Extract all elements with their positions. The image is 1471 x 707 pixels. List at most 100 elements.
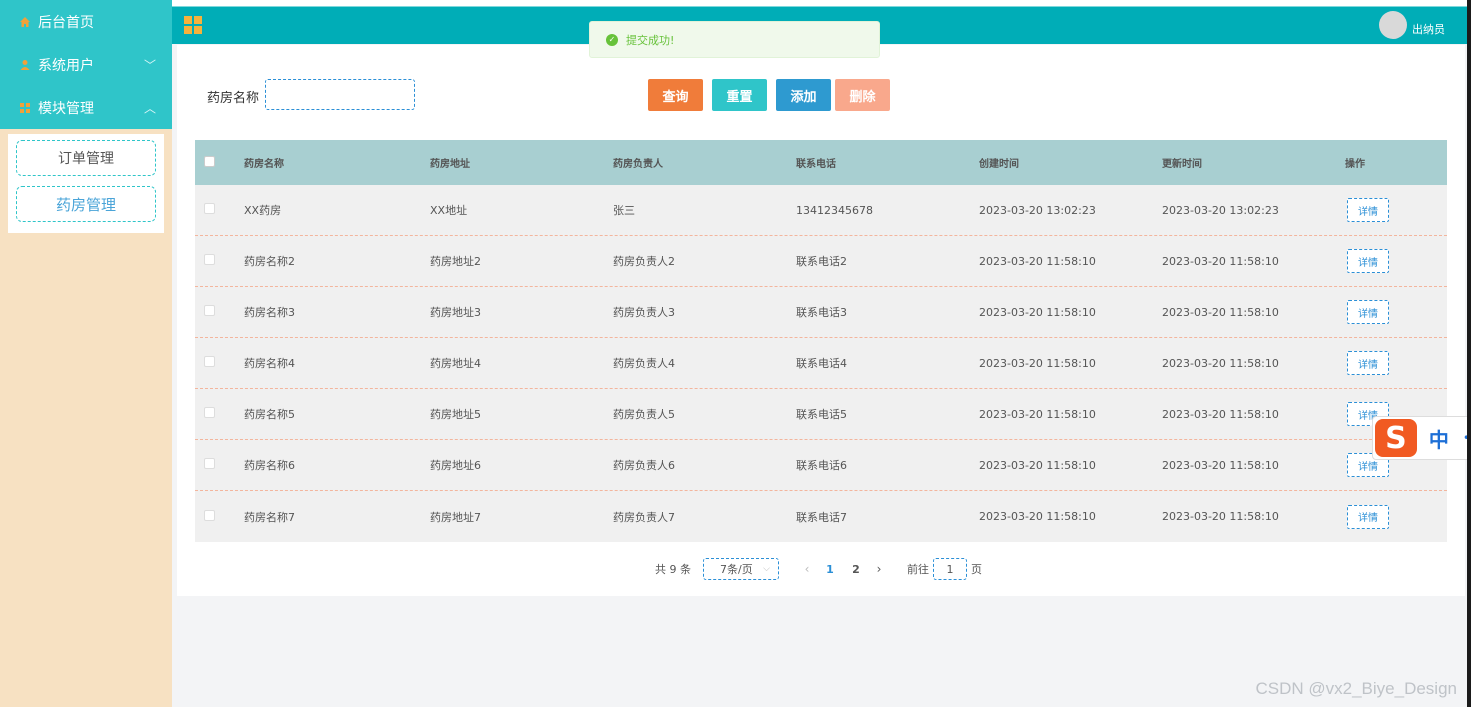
row-checkbox[interactable] (204, 509, 215, 521)
cell-address: XX地址 (430, 204, 468, 217)
cell-updated: 2023-03-20 11:58:10 (1162, 458, 1279, 472)
reset-button[interactable]: 重置 (712, 79, 767, 111)
cell-updated: 2023-03-20 11:58:10 (1162, 254, 1279, 268)
page-number[interactable]: 2 (843, 563, 869, 576)
row-checkbox[interactable] (204, 254, 215, 265)
column-header: 创建时间 (979, 159, 1019, 170)
ime-toolbar[interactable]: S 中 • (1372, 416, 1471, 460)
cell-name: 药房名称2 (244, 255, 295, 268)
submenu-item-orders[interactable]: 订单管理 (16, 140, 156, 176)
cell-name: 药房名称4 (244, 357, 295, 370)
delete-button[interactable]: 删除 (835, 79, 890, 111)
cell-name: 药房名称3 (244, 306, 295, 319)
goto-page-input[interactable]: 1 (933, 558, 967, 580)
cell-updated: 2023-03-20 11:58:10 (1162, 305, 1279, 319)
cell-created: 2023-03-20 13:02:23 (979, 203, 1096, 217)
goto-label: 前往 (907, 563, 929, 576)
total-count: 共 9 条 (655, 563, 691, 576)
cell-address: 药房地址2 (430, 255, 481, 268)
cell-created: 2023-03-20 11:58:10 (979, 510, 1096, 523)
cell-updated: 2023-03-20 11:58:10 (1162, 510, 1279, 523)
window-edge (1467, 0, 1471, 707)
cell-created: 2023-03-20 11:58:10 (979, 254, 1096, 268)
select-all-checkbox[interactable] (204, 155, 215, 167)
table-row: 药房名称7 药房地址7 药房负责人7 联系电话7 2023-03-20 11:58:10… (195, 491, 1447, 542)
cell-address: 药房地址3 (430, 306, 481, 319)
search-label: 药房名称 (207, 91, 260, 106)
table-row: 药房名称3 药房地址3 药房负责人3 联系电话3 2023-03-20 11:58:10… (195, 287, 1447, 338)
row-checkbox[interactable] (204, 203, 215, 214)
table-header: 药房名称 药房地址 药房负责人 联系电话 创建时间 更新时间 操作 (195, 140, 1447, 185)
cell-name: 药房名称7 (244, 510, 295, 524)
toast-message: 提交成功! (626, 33, 675, 47)
detail-button[interactable]: 详情 (1347, 504, 1389, 529)
table-row: 药房名称5 药房地址5 药房负责人5 联系电话5 2023-03-20 11:58:10… (195, 389, 1447, 440)
cell-created: 2023-03-20 11:58:10 (979, 407, 1096, 421)
cell-phone: 联系电话4 (796, 357, 847, 370)
page-number[interactable]: 1 (817, 563, 843, 576)
next-page-icon[interactable]: › (869, 562, 889, 576)
page-size-select[interactable]: 7条/页 ⌵ (703, 558, 779, 580)
ime-mode-label[interactable]: 中 (1429, 424, 1449, 453)
submenu: 订单管理 药房管理 (0, 129, 172, 233)
cell-owner: 药房负责人4 (613, 357, 675, 370)
table-row: 药房名称4 药房地址4 药房负责人4 联系电话4 2023-03-20 11:58:10… (195, 338, 1447, 389)
cell-updated: 2023-03-20 11:58:10 (1162, 407, 1279, 421)
cell-updated: 2023-03-20 13:02:23 (1162, 203, 1279, 217)
detail-button[interactable]: 详情 (1347, 249, 1389, 273)
row-checkbox[interactable] (204, 458, 215, 469)
ime-logo-icon: S (1375, 419, 1417, 457)
cell-name: 药房名称6 (244, 459, 295, 472)
user-name[interactable]: 出纳员 (1412, 21, 1445, 37)
home-icon (18, 15, 32, 29)
add-button[interactable]: 添加 (776, 79, 831, 111)
chevron-down-icon: ﹀ (143, 58, 156, 72)
search-input[interactable] (265, 79, 415, 110)
cell-address: 药房地址4 (430, 357, 481, 370)
cell-owner: 药房负责人2 (613, 255, 675, 268)
cell-owner: 药房负责人3 (613, 306, 675, 319)
cell-phone: 联系电话5 (796, 408, 847, 421)
cell-address: 药房地址5 (430, 408, 481, 421)
cell-address: 药房地址7 (430, 510, 481, 524)
cell-phone: 联系电话3 (796, 306, 847, 319)
pharmacy-table: 药房名称 药房地址 药房负责人 联系电话 创建时间 更新时间 操作 XX药房 XX… (195, 140, 1447, 542)
sidebar-item-system-users[interactable]: 系统用户 ﹀ (0, 43, 172, 86)
sidebar-item-module-management[interactable]: 模块管理 ︿ (0, 86, 172, 129)
cell-name: 药房名称5 (244, 408, 295, 421)
cell-owner: 药房负责人7 (613, 510, 675, 524)
detail-button[interactable]: 详情 (1347, 351, 1389, 375)
success-toast: ✓ 提交成功! (589, 21, 880, 58)
submenu-item-pharmacy[interactable]: 药房管理 (16, 186, 156, 222)
watermark: CSDN @vx2_Biye_Design (1255, 679, 1457, 698)
cell-phone: 联系电话7 (796, 510, 847, 524)
page-size-value: 7条/页 (720, 563, 753, 576)
cell-owner: 药房负责人6 (613, 459, 675, 472)
cell-updated: 2023-03-20 11:58:10 (1162, 356, 1279, 370)
detail-button[interactable]: 详情 (1347, 300, 1389, 324)
avatar[interactable] (1379, 11, 1407, 39)
cell-created: 2023-03-20 11:58:10 (979, 305, 1096, 319)
row-checkbox[interactable] (204, 356, 215, 367)
column-header: 联系电话 (796, 159, 836, 170)
sidebar-item-home[interactable]: 后台首页 (0, 0, 172, 43)
cell-owner: 张三 (613, 204, 635, 217)
detail-button[interactable]: 详情 (1347, 198, 1389, 222)
cell-created: 2023-03-20 11:58:10 (979, 458, 1096, 472)
row-checkbox[interactable] (204, 305, 215, 316)
query-button[interactable]: 查询 (648, 79, 703, 111)
cell-phone: 联系电话2 (796, 255, 847, 268)
row-checkbox[interactable] (204, 407, 215, 418)
column-header: 药房地址 (430, 159, 470, 170)
chevron-up-icon: ︿ (143, 101, 156, 115)
pagination: 共 9 条 7条/页 ⌵ ‹ 1 2 › 前往 1 页 (655, 558, 982, 580)
column-header: 药房负责人 (613, 159, 663, 170)
prev-page-icon[interactable]: ‹ (797, 562, 817, 576)
cell-owner: 药房负责人5 (613, 408, 675, 421)
check-circle-icon: ✓ (606, 33, 618, 46)
table-body: XX药房 XX地址 张三 13412345678 2023-03-20 13:02:23… (195, 185, 1447, 542)
column-header: 药房名称 (244, 159, 284, 170)
cell-phone: 13412345678 (796, 203, 873, 217)
table-row: XX药房 XX地址 张三 13412345678 2023-03-20 13:02:23… (195, 185, 1447, 236)
column-header: 更新时间 (1162, 159, 1202, 170)
